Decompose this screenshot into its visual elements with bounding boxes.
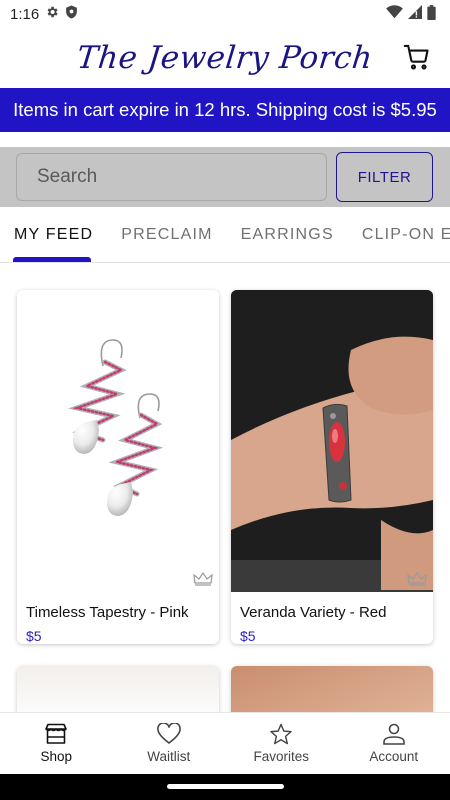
app-header: The Jewelry Porch xyxy=(0,28,450,88)
nav-favorites[interactable]: Favorites xyxy=(225,713,338,774)
product-card[interactable]: Veranda Variety - Red $5 xyxy=(231,290,433,644)
nav-account[interactable]: Account xyxy=(338,713,450,774)
system-gesture-bar xyxy=(0,774,450,800)
crown-icon xyxy=(407,572,427,586)
cart-expiry-banner: Items in cart expire in 12 hrs. Shipping… xyxy=(0,88,450,132)
settings-gear-icon xyxy=(45,5,59,23)
tab-earrings[interactable]: EARRINGS xyxy=(227,207,348,262)
product-price: $5 xyxy=(26,628,42,644)
battery-icon xyxy=(427,4,436,24)
nav-shop[interactable]: Shop xyxy=(0,713,113,774)
tab-my-feed[interactable]: MY FEED xyxy=(0,207,107,262)
shield-icon xyxy=(65,5,78,23)
tab-label: MY FEED xyxy=(14,225,94,243)
search-input[interactable] xyxy=(16,153,327,201)
category-tabs: MY FEED PRECLAIM EARRINGS CLIP-ON EARRIN… xyxy=(0,207,450,263)
earrings-illustration xyxy=(67,339,164,516)
brand-logo: The Jewelry Porch xyxy=(75,40,375,76)
status-bar: 1:16 xyxy=(0,0,450,28)
product-image-bracelet xyxy=(231,290,433,592)
tab-label: CLIP-ON EARRINGS xyxy=(361,225,450,243)
product-card[interactable]: Timeless Tapestry - Pink $5 xyxy=(17,290,219,644)
tab-preclaim[interactable]: PRECLAIM xyxy=(107,207,226,262)
bracelet-photo-illustration xyxy=(231,290,433,592)
tab-label: EARRINGS xyxy=(240,225,334,243)
cart-button[interactable] xyxy=(402,42,432,72)
home-gesture-handle[interactable] xyxy=(167,784,284,789)
wifi-icon xyxy=(386,5,403,23)
nav-label: Account xyxy=(369,749,419,764)
filter-button[interactable]: FILTER xyxy=(336,152,433,202)
star-icon xyxy=(270,723,293,745)
status-time: 1:16 xyxy=(10,5,40,23)
nav-label: Shop xyxy=(40,749,73,764)
search-row: FILTER xyxy=(0,147,450,207)
store-icon xyxy=(45,723,68,744)
crown-icon xyxy=(193,572,213,586)
person-icon xyxy=(382,723,405,745)
nav-label: Waitlist xyxy=(147,749,191,764)
cell-signal-icon xyxy=(408,5,422,23)
product-name: Veranda Variety - Red xyxy=(240,604,387,621)
heart-icon xyxy=(156,723,181,745)
tab-clip-on-earrings[interactable]: CLIP-ON EARRINGS xyxy=(348,207,450,262)
active-tab-indicator xyxy=(13,257,91,262)
tab-label: PRECLAIM xyxy=(121,225,213,243)
nav-label: Favorites xyxy=(253,749,310,764)
nav-waitlist[interactable]: Waitlist xyxy=(113,713,226,774)
status-right xyxy=(386,4,436,24)
shopping-cart-icon xyxy=(403,44,429,70)
status-left: 1:16 xyxy=(10,5,78,23)
bottom-navigation: Shop Waitlist Favorites Account xyxy=(0,712,450,774)
product-price: $5 xyxy=(240,628,256,644)
product-name: Timeless Tapestry - Pink xyxy=(26,604,189,621)
product-image-earrings xyxy=(17,290,219,592)
